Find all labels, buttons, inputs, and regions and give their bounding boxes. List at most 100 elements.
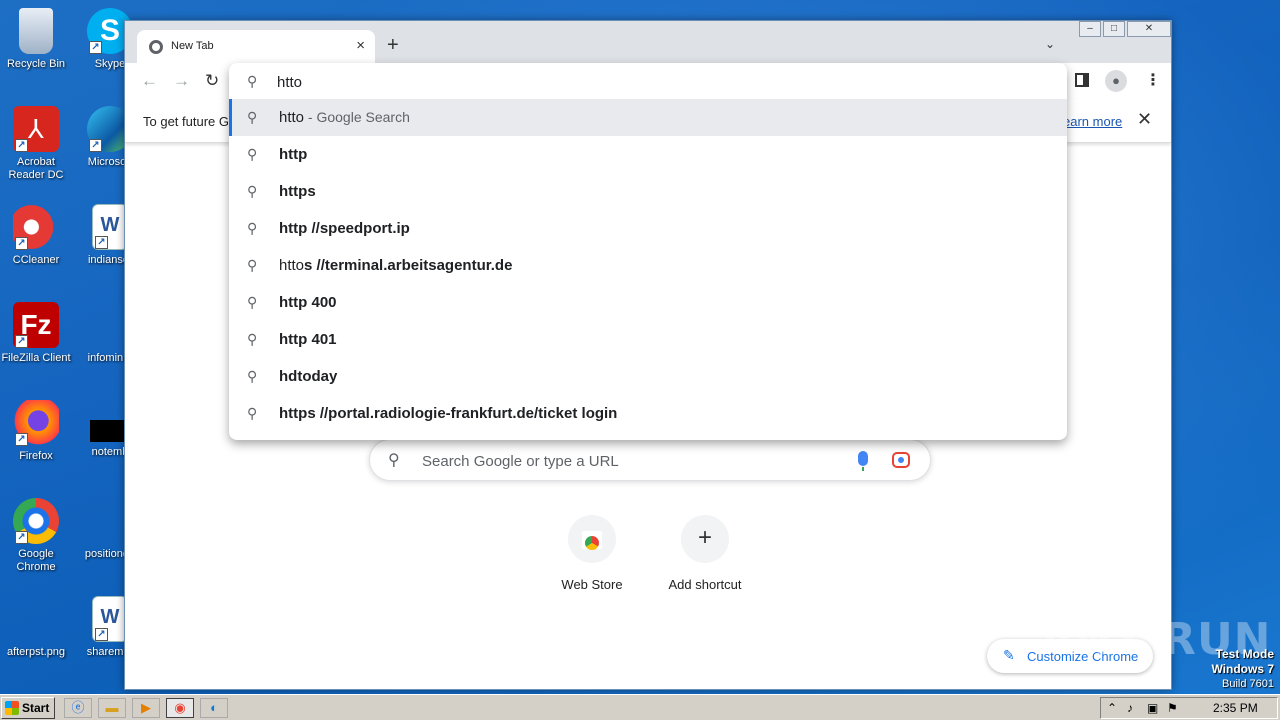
- tab-close-icon[interactable]: ×: [356, 37, 365, 54]
- new-tab-button[interactable]: +: [387, 34, 399, 57]
- network-icon[interactable]: ▣: [1147, 701, 1158, 715]
- omnibox-input[interactable]: [277, 71, 1037, 93]
- media-player-taskbar-icon[interactable]: ▶: [132, 698, 160, 718]
- chevron-up-icon[interactable]: ⌃: [1107, 701, 1117, 715]
- desktop-icon-acrobat[interactable]: ⅄ ↗ Acrobat Reader DC: [0, 106, 72, 182]
- search-icon: ⚲: [247, 146, 258, 162]
- desktop-icon-label: afterpst.png: [6, 646, 66, 658]
- profile-avatar-icon[interactable]: ●: [1105, 70, 1127, 92]
- word-doc-icon: W ↗: [92, 596, 128, 642]
- suggestion-text: https //portal.radiologie-frankfurt.de/t…: [279, 405, 618, 422]
- search-icon: ⚲: [247, 368, 258, 384]
- desktop-icon-recycle-bin[interactable]: Recycle Bin: [0, 8, 72, 71]
- infobar-close-icon[interactable]: ✕: [1137, 109, 1152, 130]
- flag-icon[interactable]: ⚑: [1167, 701, 1178, 715]
- suggestion-item[interactable]: ⚲ hdtoday: [229, 358, 1067, 395]
- chrome-favicon-icon: [149, 40, 163, 54]
- start-label: Start: [22, 701, 50, 715]
- shortcut-add[interactable]: + Add shortcut: [650, 515, 760, 592]
- shortcut-web-store[interactable]: Web Store: [537, 515, 647, 592]
- tab-title: New Tab: [171, 40, 214, 52]
- suggestion-item[interactable]: ⚲ https: [229, 173, 1067, 210]
- tab-new-tab[interactable]: New Tab ×: [137, 30, 375, 63]
- reload-button[interactable]: ↻: [205, 71, 219, 91]
- chrome-icon: ↗: [13, 498, 59, 544]
- infobar-text: To get future G: [143, 114, 229, 129]
- tab-search-chevron-icon[interactable]: ⌄: [1045, 37, 1055, 51]
- suggestion-text: http //speedport.ip: [279, 220, 410, 237]
- suggestion-item[interactable]: ⚲ http: [229, 136, 1067, 173]
- back-button[interactable]: ←: [141, 71, 158, 91]
- ntp-search-box[interactable]: ⚲ Search Google or type a URL: [369, 439, 931, 481]
- speaker-icon[interactable]: ♪: [1127, 701, 1133, 715]
- windows-logo-icon: [5, 701, 19, 715]
- search-icon: ⚲: [247, 294, 258, 310]
- search-icon: ⚲: [247, 331, 258, 347]
- search-icon: ⚲: [247, 405, 258, 421]
- infobar-learn-more-link[interactable]: earn more: [1063, 114, 1122, 129]
- suggestion-item[interactable]: ⚲ htto - Google Search: [229, 99, 1067, 136]
- maximize-button[interactable]: □: [1103, 21, 1125, 37]
- web-store-icon: [568, 515, 616, 563]
- pencil-icon: ✎: [1003, 647, 1015, 663]
- suggestion-text: htto - Google Search: [279, 109, 410, 126]
- search-icon: ⚲: [388, 452, 400, 469]
- desktop-icon-afterpst[interactable]: afterpst.png: [0, 596, 72, 659]
- microphone-icon[interactable]: [858, 451, 868, 471]
- desktop-icon-label: notemb: [91, 446, 129, 458]
- google-lens-icon[interactable]: [892, 452, 910, 468]
- desktop-icon-firefox[interactable]: ↗ Firefox: [0, 400, 72, 463]
- filezilla-icon: Fz ↗: [13, 302, 59, 348]
- acrobat-icon: ⅄ ↗: [13, 106, 59, 152]
- side-panel-icon[interactable]: [1075, 73, 1089, 87]
- desktop-icon-filezilla[interactable]: Fz ↗ FileZilla Client: [0, 302, 72, 365]
- search-icon: ⚲: [247, 257, 258, 273]
- suggestion-item[interactable]: ⚲ http 401: [229, 321, 1067, 358]
- taskbar: Start ⓔ ▬ ▶ ◉ ◐ ⌃ ♪ ▣ ⚑ 2:35 PM: [0, 694, 1280, 720]
- desktop-icon-label: Skype: [94, 58, 126, 70]
- suggestion-item[interactable]: ⚲ http 400: [229, 284, 1067, 321]
- suggestion-text: https: [279, 183, 316, 200]
- forward-button[interactable]: →: [173, 71, 190, 91]
- close-window-button[interactable]: ✕: [1127, 21, 1171, 37]
- suggestion-text: http: [279, 146, 308, 163]
- chrome-menu-button[interactable]: ⋮: [1145, 70, 1161, 90]
- search-icon: ⚲: [247, 109, 258, 125]
- window-controls: – □ ✕: [1077, 21, 1171, 39]
- explorer-taskbar-icon[interactable]: ▬: [98, 698, 126, 718]
- ccleaner-icon: ↗: [13, 204, 59, 250]
- ie-taskbar-icon[interactable]: ⓔ: [64, 698, 92, 718]
- system-tray: ⌃ ♪ ▣ ⚑ 2:35 PM: [1100, 697, 1278, 719]
- shortcut-label: Add shortcut: [668, 577, 742, 592]
- suggestion-text: hdtoday: [279, 368, 338, 385]
- edge-taskbar-icon[interactable]: ◐: [200, 698, 228, 718]
- chrome-taskbar-icon[interactable]: ◉: [166, 698, 194, 718]
- image-file-icon: [13, 596, 59, 642]
- desktop-icon-ccleaner[interactable]: ↗ CCleaner: [0, 204, 72, 267]
- desktop-icon-chrome[interactable]: ↗ Google Chrome: [0, 498, 72, 574]
- desktop-icon-label: Recycle Bin: [6, 58, 66, 70]
- word-doc-icon: W ↗: [92, 204, 128, 250]
- suggestion-item[interactable]: ⚲ httos //terminal.arbeitsagentur.de: [229, 247, 1067, 284]
- minimize-button[interactable]: –: [1079, 21, 1101, 37]
- plus-icon: +: [681, 515, 729, 563]
- desktop-icon-label: CCleaner: [12, 254, 60, 266]
- recycle-bin-icon: [19, 8, 53, 54]
- omnibox-dropdown: ⚲ ⚲ htto - Google Search ⚲ http ⚲ https …: [229, 63, 1067, 440]
- start-button[interactable]: Start: [1, 697, 55, 719]
- suggestion-item[interactable]: ⚲ http //speedport.ip: [229, 210, 1067, 247]
- clock[interactable]: 2:35 PM: [1213, 701, 1258, 715]
- desktop-icon-label: Google Chrome: [16, 548, 56, 573]
- suggestion-text: httos //terminal.arbeitsagentur.de: [279, 257, 513, 274]
- search-icon: ⚲: [247, 73, 258, 89]
- tab-strip: New Tab × + ⌄ – □ ✕: [125, 21, 1171, 63]
- search-icon: ⚲: [247, 220, 258, 236]
- suggestion-item[interactable]: ⚲ https //portal.radiologie-frankfurt.de…: [229, 395, 1067, 432]
- omnibox-input-row: ⚲: [229, 63, 1067, 99]
- suggestion-text: http 400: [279, 294, 337, 311]
- desktop-icon-label: FileZilla Client: [1, 352, 71, 364]
- desktop-icon-label: Acrobat Reader DC: [8, 156, 64, 181]
- test-mode-notice: Test Mode Windows 7 Build 7601: [1211, 647, 1274, 690]
- search-icon: ⚲: [247, 183, 258, 199]
- ntp-search-placeholder: Search Google or type a URL: [422, 453, 619, 470]
